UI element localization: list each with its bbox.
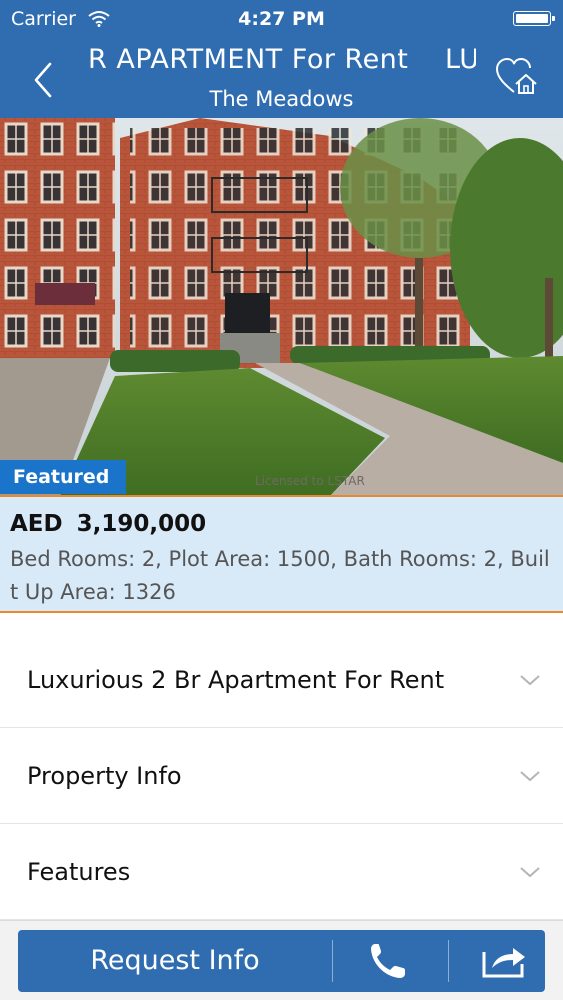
battery-icon — [513, 11, 555, 26]
call-button[interactable] — [333, 930, 448, 992]
favorite-button[interactable] — [494, 56, 542, 100]
section-description[interactable]: Luxurious 2 Br Apartment For Rent — [0, 632, 563, 728]
page-subtitle: The Meadows — [209, 87, 354, 111]
status-bar: Carrier 4:27 PM — [0, 0, 563, 38]
title-marquee: R APARTMENT For Rent LU — [88, 42, 476, 80]
chevron-down-icon — [520, 866, 540, 877]
chevron-down-icon — [520, 674, 540, 685]
featured-badge: Featured — [0, 460, 126, 494]
photo-watermark: Licensed to LSTAR — [255, 474, 365, 488]
section-features[interactable]: Features — [0, 824, 563, 920]
section-label: Features — [27, 857, 131, 886]
apartment-building-image: Licensed to LSTAR — [0, 118, 563, 496]
price-line: AED 3,190,000 — [10, 511, 206, 537]
request-info-button[interactable]: Request Info — [18, 930, 332, 992]
request-info-label: Request Info — [90, 945, 260, 976]
property-photo[interactable]: Licensed to LSTAR — [0, 118, 563, 496]
app-header: Carrier 4:27 PM R APARTMENT For Rent LU … — [0, 0, 563, 118]
action-bar: Request Info — [18, 930, 545, 992]
section-property-info[interactable]: Property Info — [0, 728, 563, 824]
price-currency: AED — [10, 511, 63, 537]
clock: 4:27 PM — [238, 8, 325, 30]
share-button[interactable] — [449, 930, 545, 992]
price-panel: AED 3,190,000 Bed Rooms: 2, Plot Area: 15… — [0, 495, 563, 613]
page-title-repeat: LU — [445, 44, 476, 75]
page-title: R APARTMENT For Rent — [88, 44, 409, 75]
favorite-home-icon — [496, 58, 537, 94]
section-label: Luxurious 2 Br Apartment For Rent — [27, 665, 445, 694]
property-specs: Bed Rooms: 2, Plot Area: 1500, Bath Room… — [10, 547, 550, 604]
section-label: Property Info — [27, 761, 182, 790]
share-icon — [482, 948, 525, 978]
chevron-down-icon — [520, 770, 540, 781]
price-amount: 3,190,000 — [76, 511, 207, 537]
phone-icon — [371, 944, 405, 978]
